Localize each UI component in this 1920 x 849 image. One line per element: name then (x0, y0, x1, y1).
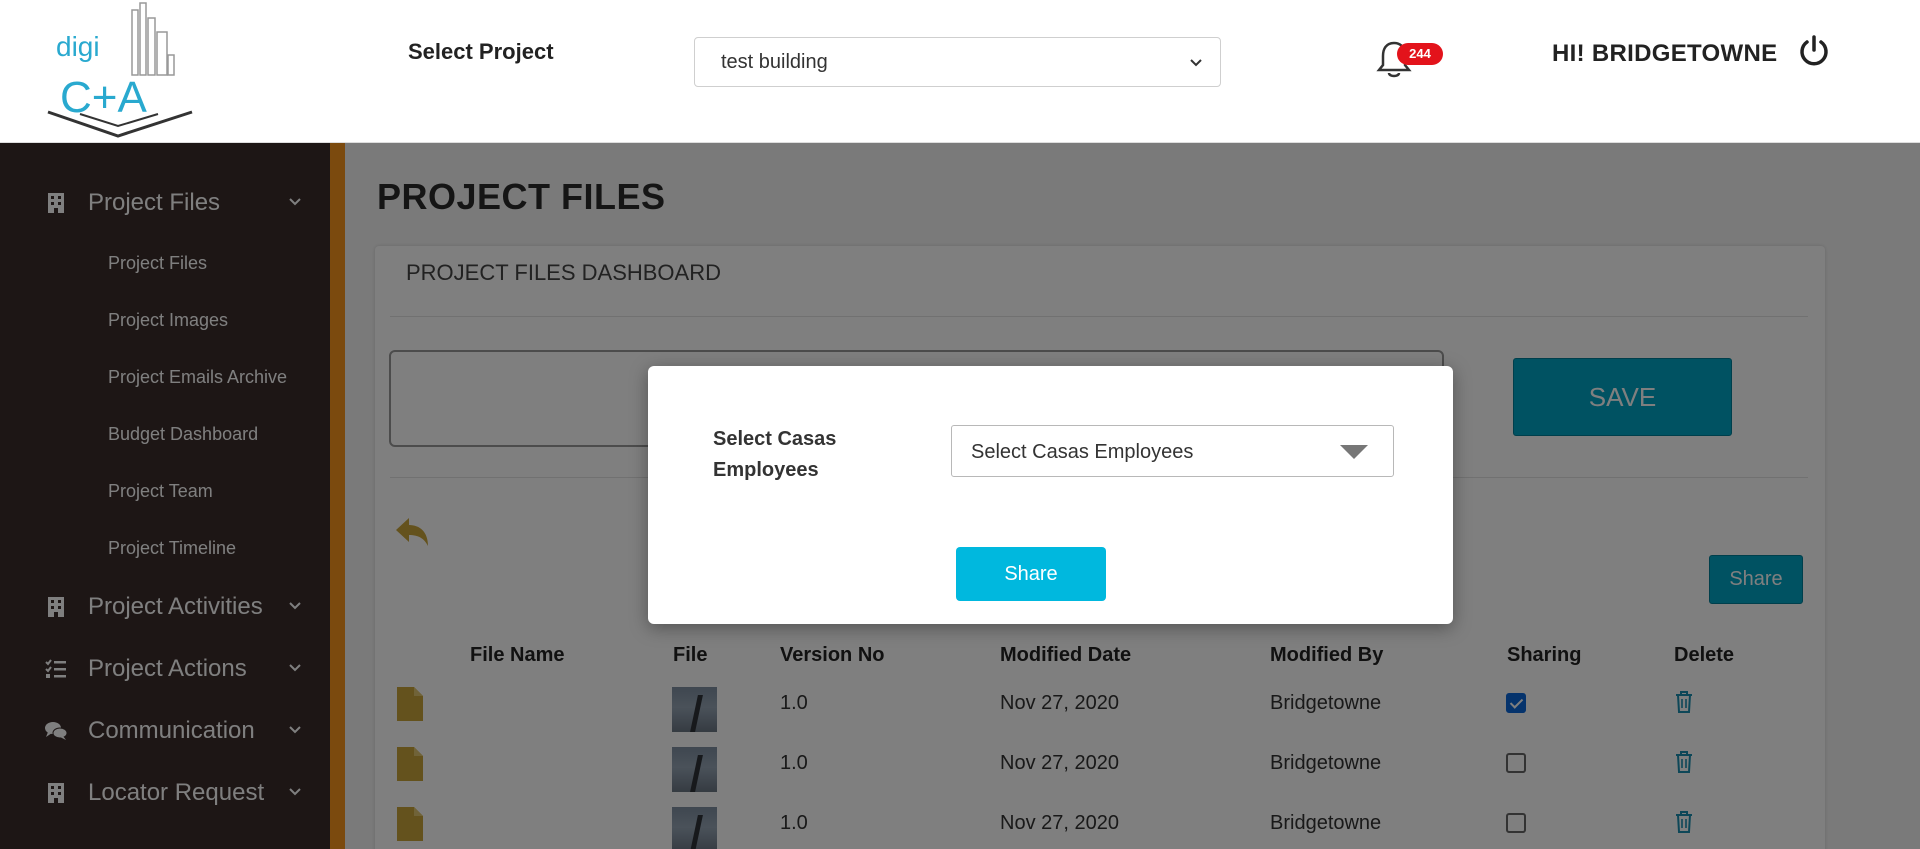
project-select-value: test building (721, 51, 828, 73)
select-employees-label-line2: Employees (713, 459, 819, 481)
user-greeting: HI! BRIDGETOWNE (1552, 40, 1778, 67)
select-employees-label-line1: Select Casas (713, 428, 837, 450)
digi-ca-logo[interactable]: digi C+A (40, 0, 205, 143)
top-header: digi C+A Select Project test building 24… (0, 0, 1920, 143)
svg-text:C+A: C+A (60, 73, 147, 122)
chevron-down-icon (1190, 59, 1202, 67)
employees-select-placeholder: Select Casas Employees (971, 441, 1194, 463)
select-project-label: Select Project (408, 39, 554, 64)
modal-share-button[interactable]: Share (956, 547, 1106, 601)
project-select[interactable]: test building (694, 37, 1221, 87)
employees-select[interactable]: Select Casas Employees (951, 425, 1394, 477)
dropdown-arrow-icon (1340, 445, 1368, 459)
power-icon[interactable] (1797, 34, 1831, 68)
notification-badge: 244 (1397, 43, 1443, 65)
svg-text:digi: digi (56, 31, 100, 62)
select-employees-label: Select Casas Employees (713, 424, 863, 486)
